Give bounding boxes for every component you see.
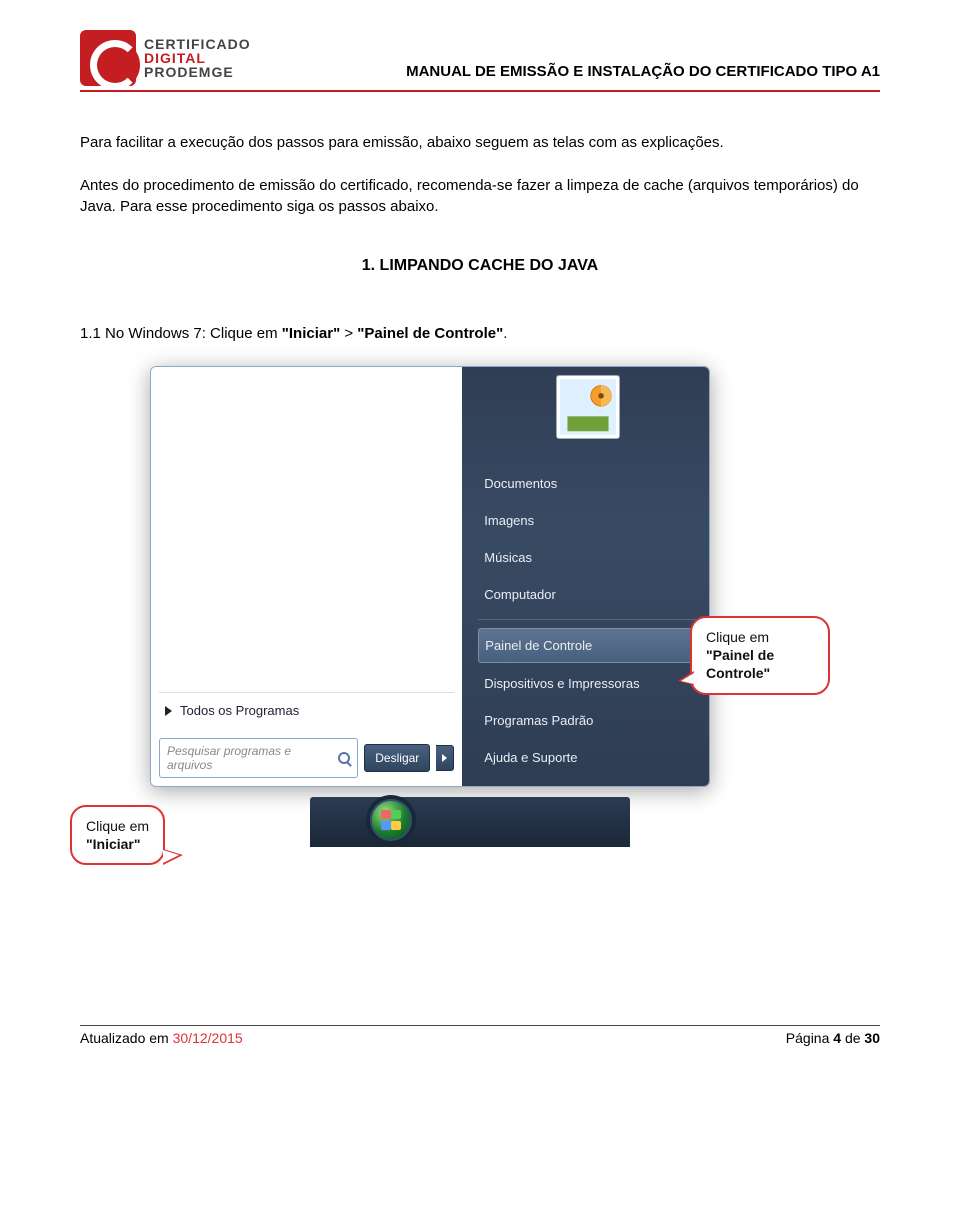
callout-iniciar-wrap: Clique em "Iniciar": [70, 805, 880, 865]
footer-page-num: 4: [833, 1030, 841, 1046]
step-bold-iniciar: "Iniciar": [282, 325, 340, 342]
logo: CERTIFICADO DIGITAL PRODEMGE: [80, 30, 251, 86]
search-row: Pesquisar programas e arquivos Desligar: [159, 738, 454, 778]
callout-target: "Iniciar": [86, 836, 141, 852]
doc-title-suffix: TIPO A1: [822, 63, 880, 80]
footer-page-of: de: [841, 1030, 864, 1046]
sidebar-item-computador[interactable]: Computador: [478, 578, 697, 611]
sidebar-item-programas-padrao[interactable]: Programas Padrão: [478, 704, 697, 737]
search-placeholder: Pesquisar programas e arquivos: [167, 744, 338, 772]
step-suffix: .: [503, 325, 507, 342]
step-1-1: 1.1 No Windows 7: Clique em "Iniciar" > …: [80, 325, 880, 342]
sidebar-item-dispositivos[interactable]: Dispositivos e Impressoras: [478, 667, 697, 700]
doc-title-prefix: MANUAL DE EMISSÃO E INSTALAÇÃO DO CERTIF…: [406, 63, 822, 80]
document-header: CERTIFICADO DIGITAL PRODEMGE MANUAL DE E…: [80, 30, 880, 86]
shutdown-menu-button[interactable]: [436, 745, 454, 771]
footer-page-total: 30: [864, 1030, 880, 1046]
all-programs-label: Todos os Programas: [180, 703, 299, 718]
shutdown-button[interactable]: Desligar: [364, 744, 430, 772]
step-prefix: 1.1 No Windows 7: Clique em: [80, 325, 282, 342]
paragraph-intro-1: Para facilitar a execução dos passos par…: [80, 132, 880, 153]
callout-text: Clique em: [86, 818, 149, 834]
document-title: MANUAL DE EMISSÃO E INSTALAÇÃO DO CERTIF…: [269, 63, 880, 86]
section-heading: 1. LIMPANDO CACHE DO JAVA: [80, 257, 880, 275]
separator: [478, 619, 697, 620]
footer-updated: Atualizado em 30/12/2015: [80, 1030, 243, 1046]
logo-text: CERTIFICADO DIGITAL PRODEMGE: [144, 37, 251, 79]
logo-mark-icon: [80, 30, 136, 86]
callout-iniciar: Clique em "Iniciar": [70, 805, 165, 865]
paragraph-intro-2: Antes do procedimento de emissão do cert…: [80, 175, 880, 217]
step-mid: >: [340, 325, 357, 342]
sidebar-item-imagens[interactable]: Imagens: [478, 504, 697, 537]
callout-painel-de-controle: Clique em "Painel de Controle": [690, 616, 830, 695]
start-menu: Todos os Programas Pesquisar programas e…: [150, 366, 710, 787]
chevron-right-icon: [165, 706, 172, 716]
shutdown-label: Desligar: [375, 751, 419, 765]
sidebar-item-ajuda[interactable]: Ajuda e Suporte: [478, 741, 697, 774]
logo-line3: PRODEMGE: [144, 65, 251, 79]
footer-updated-date: 30/12/2015: [173, 1030, 243, 1046]
logo-line1: CERTIFICADO: [144, 37, 251, 51]
search-icon: [338, 752, 350, 764]
step-bold-painel: "Painel de Controle": [357, 325, 503, 342]
user-avatar[interactable]: [556, 375, 620, 439]
sidebar-item-documentos[interactable]: Documentos: [478, 467, 697, 500]
page-footer: Atualizado em 30/12/2015 Página 4 de 30: [80, 1025, 880, 1046]
header-divider: [80, 90, 880, 92]
search-input[interactable]: Pesquisar programas e arquivos: [159, 738, 358, 778]
footer-page-label: Página: [786, 1030, 833, 1046]
sidebar-item-musicas[interactable]: Músicas: [478, 541, 697, 574]
chevron-right-icon: [442, 754, 447, 762]
footer-updated-label: Atualizado em: [80, 1030, 173, 1046]
start-menu-left-pane: Todos os Programas Pesquisar programas e…: [151, 367, 462, 786]
footer-page: Página 4 de 30: [786, 1030, 880, 1046]
sidebar-item-painel-de-controle[interactable]: Painel de Controle: [478, 628, 697, 663]
all-programs-item[interactable]: Todos os Programas: [159, 692, 454, 728]
callout-text: Clique em: [706, 629, 769, 645]
logo-line2: DIGITAL: [144, 51, 251, 65]
callout-target: "Painel de Controle": [706, 647, 774, 681]
start-menu-right-pane: Documentos Imagens Músicas Computador Pa…: [462, 367, 709, 786]
screenshot-start-menu: Todos os Programas Pesquisar programas e…: [150, 366, 710, 787]
